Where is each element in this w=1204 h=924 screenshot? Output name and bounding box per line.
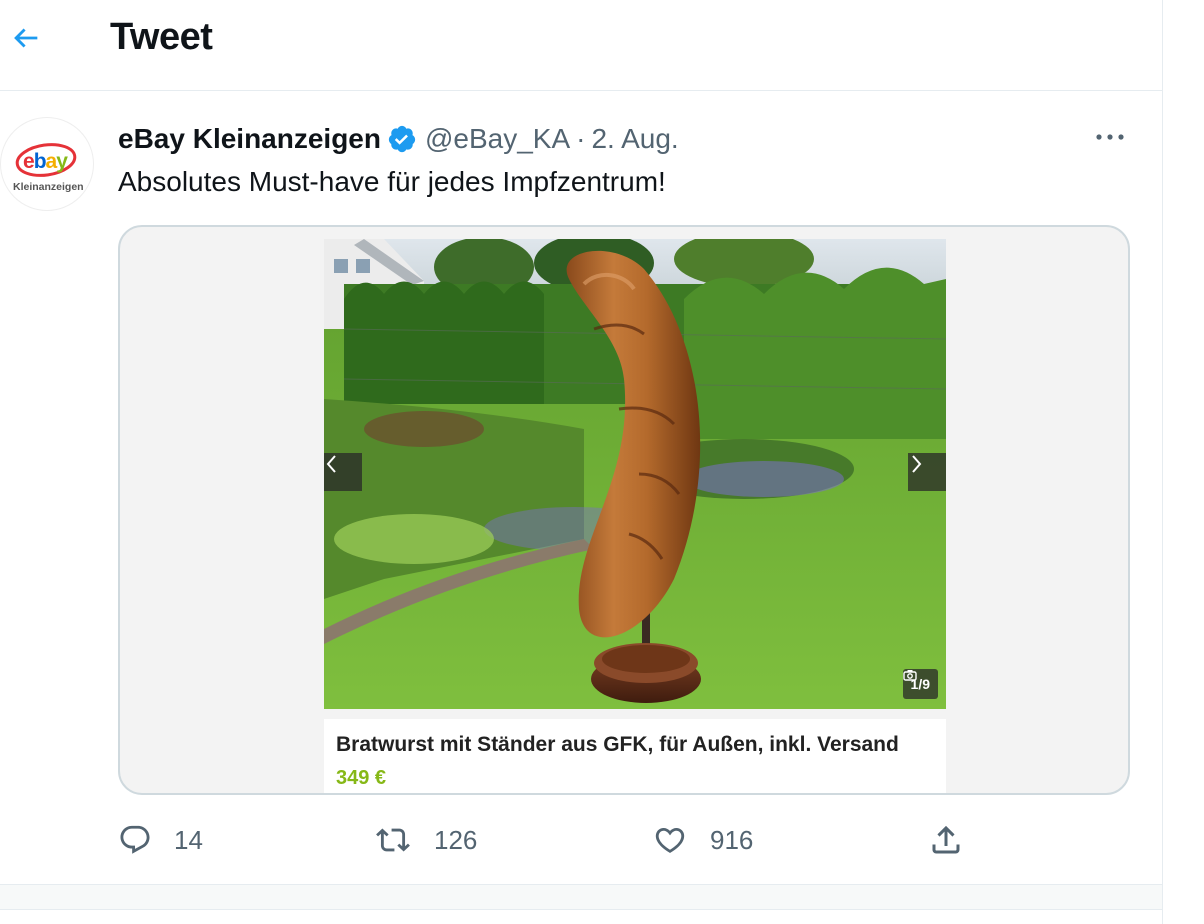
reply-count: 14 xyxy=(174,824,203,855)
next-image-button[interactable] xyxy=(908,453,946,491)
listing-photo[interactable]: 1/9 xyxy=(324,239,946,709)
chevron-left-icon xyxy=(326,455,336,473)
tweet-actions: 14 126 916 xyxy=(0,812,1162,872)
author-name[interactable]: eBay Kleinanzeigen xyxy=(118,123,381,155)
previous-image-button[interactable] xyxy=(324,453,362,491)
back-button[interactable] xyxy=(6,18,46,58)
retweet-icon xyxy=(376,828,410,852)
retweet-button[interactable]: 126 xyxy=(374,820,477,860)
arrow-left-icon xyxy=(14,28,38,48)
page-title: Tweet xyxy=(110,16,213,58)
column-border xyxy=(1162,0,1163,924)
media-card[interactable]: 1/9 Bratwurst mit Ständer aus GFK, für A… xyxy=(118,225,1130,795)
tweet-date[interactable]: 2. Aug. xyxy=(591,123,678,155)
chevron-right-icon xyxy=(912,455,922,473)
page-header: Tweet xyxy=(0,0,1162,91)
like-button[interactable]: 916 xyxy=(652,820,753,860)
verified-badge-icon xyxy=(387,124,417,154)
more-dots-icon xyxy=(1096,134,1124,140)
reply-button[interactable]: 14 xyxy=(118,820,203,860)
author-handle[interactable]: @eBay_KA xyxy=(425,123,570,155)
share-button[interactable] xyxy=(928,820,964,860)
listing-price: 349 € xyxy=(336,767,387,789)
reply-icon xyxy=(120,825,150,854)
listing-info[interactable]: Bratwurst mit Ständer aus GFK, für Außen… xyxy=(324,719,946,793)
meta-separator: · xyxy=(576,123,586,154)
heart-icon xyxy=(655,827,685,853)
camera-icon xyxy=(902,670,917,681)
image-counter: 1/9 xyxy=(902,669,938,699)
more-button[interactable] xyxy=(1090,122,1130,152)
avatar[interactable]: ebay Kleinanzeigen xyxy=(0,117,94,211)
svg-text:ebay: ebay xyxy=(23,150,68,173)
like-count: 916 xyxy=(710,824,754,855)
section-separator xyxy=(0,884,1162,910)
bratwurst-sculpture-image xyxy=(324,239,946,709)
listing-title: Bratwurst mit Ständer aus GFK, für Außen… xyxy=(336,733,899,756)
tweet-author-row: eBay Kleinanzeigen @eBay_KA · 2. Aug. xyxy=(118,119,679,159)
share-icon xyxy=(932,825,960,854)
retweet-count: 126 xyxy=(434,824,478,855)
ebay-kleinanzeigen-logo: ebay Kleinanzeigen xyxy=(13,143,84,193)
svg-text:Kleinanzeigen: Kleinanzeigen xyxy=(13,181,84,193)
tweet-text: Absolutes Must-have für jedes Impfzentru… xyxy=(118,166,666,197)
